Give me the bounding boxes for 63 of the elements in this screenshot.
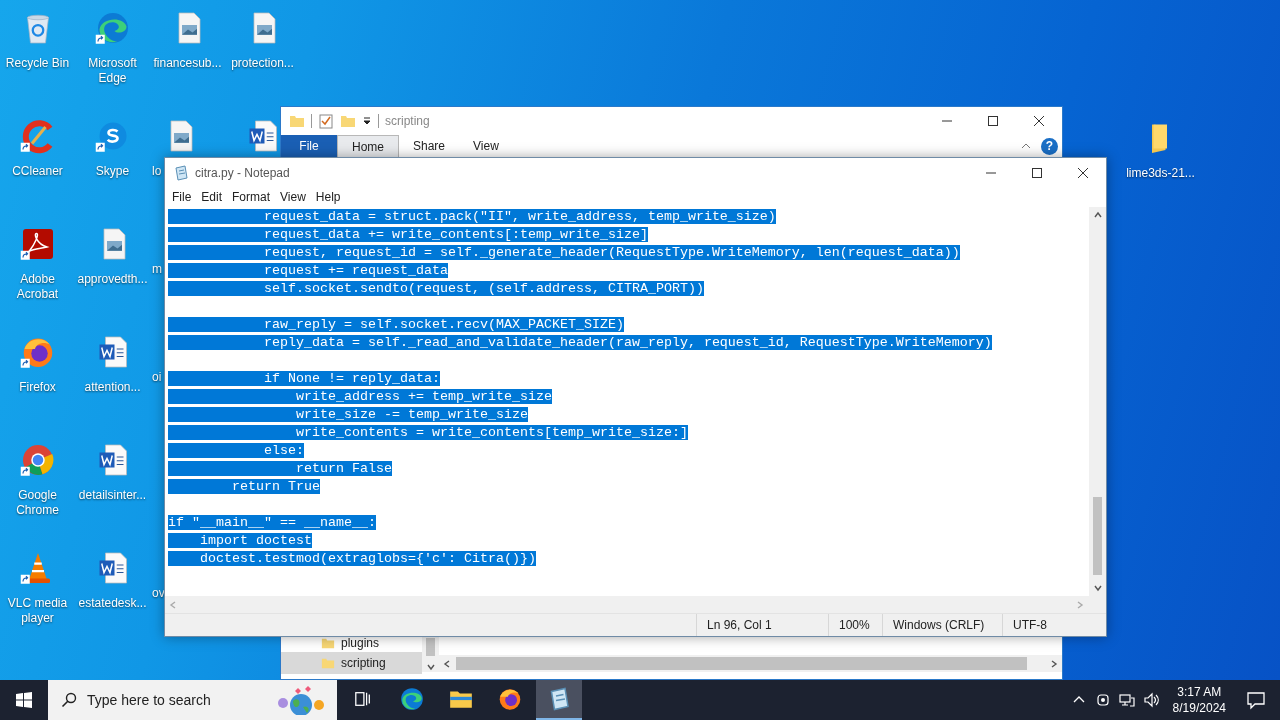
icon-label: estatedesk... bbox=[77, 596, 148, 611]
icon-label: m bbox=[152, 262, 162, 277]
close-icon bbox=[1034, 116, 1044, 126]
status-text: Ln 96, Col 1 bbox=[696, 614, 828, 636]
taskbar-app[interactable] bbox=[536, 680, 582, 720]
window-title: citra.py - Notepad bbox=[195, 165, 290, 180]
scrollbar[interactable] bbox=[422, 636, 439, 672]
nav-item[interactable]: scripting bbox=[281, 652, 422, 674]
folder-icon bbox=[321, 656, 335, 670]
icon-label: Adobe Acrobat bbox=[15, 272, 60, 302]
file-menu-tab[interactable]: File bbox=[281, 135, 337, 157]
maximize-icon bbox=[988, 116, 998, 126]
icon-label: financesub... bbox=[152, 56, 223, 71]
camera-icon[interactable] bbox=[1094, 692, 1111, 708]
icon-label: protection... bbox=[230, 56, 295, 71]
icon-label: Microsoft Edge bbox=[87, 56, 138, 86]
status-text: UTF-8 bbox=[1002, 614, 1106, 636]
menu-item[interactable]: Edit bbox=[196, 190, 228, 204]
scrollbar[interactable] bbox=[1089, 207, 1106, 596]
task-view-icon bbox=[354, 690, 372, 708]
icon-label: ov bbox=[152, 586, 165, 601]
icon-label: Skype bbox=[94, 164, 131, 179]
clock-date[interactable]: 8/19/2024 bbox=[1172, 700, 1226, 716]
search-field[interactable]: Type here to search bbox=[48, 680, 337, 720]
maximize-icon bbox=[1032, 167, 1042, 178]
fox-globe-icon bbox=[497, 686, 523, 712]
notepad-icon bbox=[173, 164, 189, 181]
menu-item[interactable]: Format bbox=[227, 190, 276, 204]
icon-label: lime3ds-21... bbox=[1125, 166, 1196, 181]
icon-label: oi bbox=[152, 370, 162, 385]
clock-time[interactable]: 3:17 AM bbox=[1177, 684, 1222, 700]
icon-label: Recycle Bin bbox=[4, 56, 71, 71]
icon-label: VLC media player bbox=[6, 596, 69, 626]
network-icon[interactable] bbox=[1118, 692, 1135, 708]
search-icon bbox=[61, 692, 77, 708]
menu-item[interactable]: View bbox=[275, 190, 311, 204]
icon-label: CCleaner bbox=[11, 164, 64, 179]
ribbon-tab[interactable]: Home bbox=[337, 135, 399, 157]
icon-label: Firefox bbox=[18, 380, 57, 395]
windows-logo-icon bbox=[16, 692, 32, 708]
window-title: scripting bbox=[385, 114, 430, 128]
icon-label: detailsinter... bbox=[77, 488, 148, 503]
help-button[interactable]: ? bbox=[1041, 137, 1058, 155]
icon-label: lo bbox=[152, 164, 162, 179]
caret-icon[interactable] bbox=[362, 116, 372, 126]
notification-icon[interactable] bbox=[1246, 690, 1266, 710]
speaker-icon[interactable] bbox=[1142, 692, 1159, 708]
icon-label: attention... bbox=[83, 380, 142, 395]
icon-label: Google Chrome bbox=[15, 488, 60, 518]
nav-item[interactable]: plugins bbox=[281, 633, 422, 652]
menu-item[interactable]: Help bbox=[310, 190, 346, 204]
wave-logo-icon bbox=[399, 686, 425, 712]
checklist-icon[interactable] bbox=[318, 113, 334, 129]
menu-item[interactable]: File bbox=[167, 190, 197, 204]
scrollbar[interactable] bbox=[439, 655, 1062, 672]
status-text: Windows (CRLF) bbox=[882, 614, 1002, 636]
status-text: 100% bbox=[828, 614, 882, 636]
ribbon-tab[interactable]: View bbox=[459, 135, 513, 157]
icon-label: approvedth... bbox=[76, 272, 149, 287]
scrollbar-thumb[interactable] bbox=[1093, 497, 1102, 575]
scrollbar-thumb[interactable] bbox=[426, 638, 435, 656]
ribbon-tab[interactable]: Share bbox=[399, 135, 460, 157]
close-icon bbox=[1078, 167, 1088, 178]
